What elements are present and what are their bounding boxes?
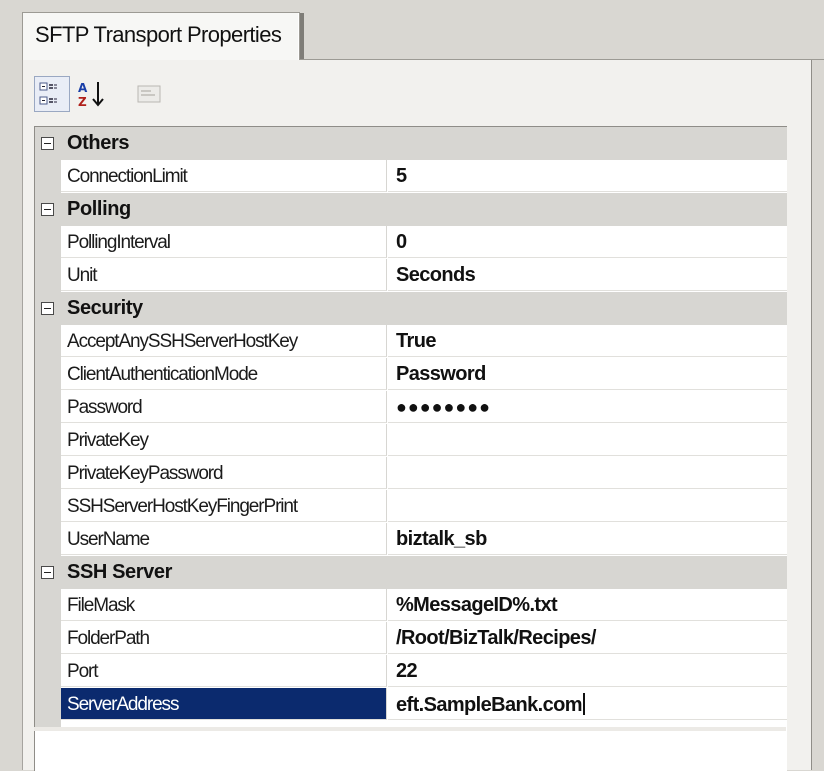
property-name: PollingInterval <box>67 232 171 253</box>
collapse-icon[interactable] <box>41 566 54 579</box>
property-row-acceptanysshserverhostkey[interactable]: AcceptAnySSHServerHostKey True <box>35 325 787 358</box>
property-row-port[interactable]: Port 22 <box>35 655 787 688</box>
svg-text:Z: Z <box>78 95 87 109</box>
tab-divider <box>300 59 824 60</box>
property-value[interactable]: /Root/BizTalk/Recipes/ <box>396 627 596 650</box>
svg-text:A: A <box>78 81 88 95</box>
property-row-privatekeypassword[interactable]: PrivateKeyPassword <box>35 457 787 490</box>
property-row-username[interactable]: UserName biztalk_sb <box>35 523 787 556</box>
property-name: Port <box>67 661 99 682</box>
property-name: AcceptAnySSHServerHostKey <box>67 331 298 352</box>
category-label: Polling <box>67 198 131 220</box>
property-pages-button[interactable] <box>134 76 166 112</box>
property-row-folderpath[interactable]: FolderPath /Root/BizTalk/Recipes/ <box>35 622 787 655</box>
property-name: Unit <box>67 265 98 286</box>
property-name: FileMask <box>67 595 135 616</box>
category-polling[interactable]: Polling <box>35 193 787 226</box>
categorized-icon <box>39 82 57 105</box>
property-row-unit[interactable]: Unit Seconds <box>35 259 787 292</box>
property-row-sshserverhostkeyfingerprint[interactable]: SSHServerHostKeyFingerPrint <box>35 490 787 523</box>
text-caret <box>582 693 585 715</box>
property-name: ServerAddress <box>67 694 179 715</box>
category-others[interactable]: Others <box>35 127 787 160</box>
property-row-password[interactable]: Password ●●●●●●●● <box>35 391 787 424</box>
collapse-icon[interactable] <box>41 302 54 315</box>
categorized-button[interactable] <box>34 76 70 112</box>
tab-sftp-transport-properties[interactable]: SFTP Transport Properties <box>22 12 300 60</box>
property-value[interactable]: 22 <box>396 660 418 683</box>
property-row-connectionlimit[interactable]: ConnectionLimit 5 <box>35 160 787 193</box>
property-value[interactable]: %MessageID%.txt <box>396 594 558 617</box>
property-name: SSHServerHostKeyFingerPrint <box>67 496 298 517</box>
property-value[interactable]: Password <box>396 363 486 386</box>
property-grid-toolbar: A Z <box>34 76 184 114</box>
category-label: Others <box>67 132 130 154</box>
property-value[interactable]: biztalk_sb <box>396 528 487 551</box>
tab-shadow <box>300 13 304 60</box>
property-row-clientauthenticationmode[interactable]: ClientAuthenticationMode Password <box>35 358 787 391</box>
property-value[interactable]: 0 <box>396 231 407 254</box>
property-pages-icon <box>137 85 161 103</box>
collapse-icon[interactable] <box>41 203 54 216</box>
property-row-pollinginterval[interactable]: PollingInterval 0 <box>35 226 787 259</box>
property-value: eft.SampleBank.com <box>396 694 583 716</box>
property-row-filemask[interactable]: FileMask %MessageID%.txt <box>35 589 787 622</box>
property-name: UserName <box>67 529 150 550</box>
property-value[interactable]: 5 <box>396 165 407 188</box>
property-value-editor[interactable]: eft.SampleBank.com <box>396 693 585 717</box>
property-value[interactable]: Seconds <box>396 264 476 287</box>
category-label: Security <box>67 297 143 319</box>
password-value[interactable]: ●●●●●●●● <box>396 397 491 418</box>
property-name: ClientAuthenticationMode <box>67 364 258 385</box>
category-label: SSH Server <box>67 561 172 583</box>
property-name: PrivateKeyPassword <box>67 463 224 484</box>
property-grid[interactable]: Others ConnectionLimit 5 Polling Polling… <box>34 126 787 771</box>
collapse-icon[interactable] <box>41 137 54 150</box>
property-row-privatekey[interactable]: PrivateKey <box>35 424 787 457</box>
category-ssh-server[interactable]: SSH Server <box>35 556 787 589</box>
alphabetical-button[interactable]: A Z <box>74 76 110 112</box>
category-security[interactable]: Security <box>35 292 787 325</box>
description-splitter[interactable] <box>34 727 786 731</box>
property-name: PrivateKey <box>67 430 149 451</box>
property-name: Password <box>67 397 143 418</box>
property-row-serveraddress[interactable]: ServerAddress eft.SampleBank.com <box>35 688 787 721</box>
property-value[interactable]: True <box>396 330 436 353</box>
tab-label: SFTP Transport Properties <box>35 22 282 47</box>
sort-alphabetical-icon: A Z <box>78 81 104 109</box>
property-name: FolderPath <box>67 628 150 649</box>
property-name: ConnectionLimit <box>67 166 188 187</box>
